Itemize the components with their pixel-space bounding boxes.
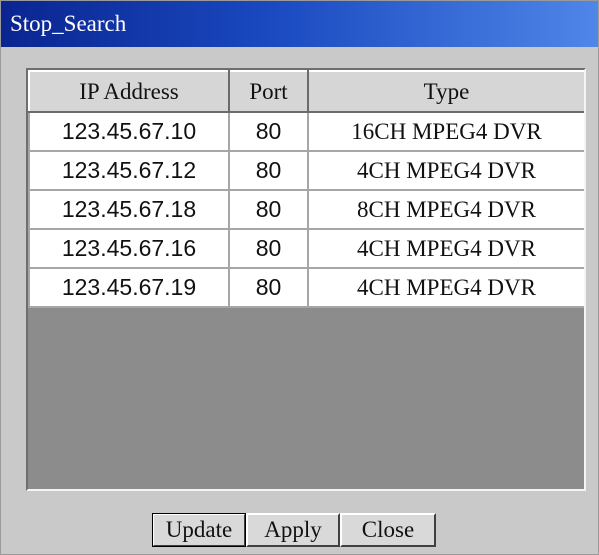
- column-header-port[interactable]: Port: [228, 70, 309, 113]
- cell-type: 4CH MPEG4 DVR: [307, 228, 584, 269]
- cell-ip-address: 123.45.67.12: [28, 150, 230, 191]
- table-row[interactable]: 123.45.67.19 80 4CH MPEG4 DVR: [28, 267, 584, 308]
- table-row[interactable]: 123.45.67.10 80 16CH MPEG4 DVR: [28, 111, 584, 152]
- cell-port: 80: [228, 189, 309, 230]
- stop-search-dialog: Stop_Search IP Address Port Type 123.45.…: [0, 0, 599, 555]
- title-bar[interactable]: Stop_Search: [1, 1, 598, 47]
- cell-port: 80: [228, 228, 309, 269]
- close-button[interactable]: Close: [340, 513, 436, 547]
- column-header-type[interactable]: Type: [307, 70, 584, 113]
- table-row[interactable]: 123.45.67.12 80 4CH MPEG4 DVR: [28, 150, 584, 191]
- button-bar: Update Apply Close: [152, 513, 436, 547]
- cell-type: 4CH MPEG4 DVR: [307, 267, 584, 308]
- cell-type: 16CH MPEG4 DVR: [307, 111, 584, 152]
- cell-type: 8CH MPEG4 DVR: [307, 189, 584, 230]
- cell-port: 80: [228, 267, 309, 308]
- column-header-ip-address[interactable]: IP Address: [28, 70, 230, 113]
- device-table: IP Address Port Type 123.45.67.10 80 16C…: [28, 70, 584, 308]
- device-list-panel: IP Address Port Type 123.45.67.10 80 16C…: [26, 68, 586, 491]
- update-button[interactable]: Update: [152, 513, 246, 547]
- table-row[interactable]: 123.45.67.16 80 4CH MPEG4 DVR: [28, 228, 584, 269]
- table-row[interactable]: 123.45.67.18 80 8CH MPEG4 DVR: [28, 189, 584, 230]
- cell-port: 80: [228, 150, 309, 191]
- cell-ip-address: 123.45.67.19: [28, 267, 230, 308]
- cell-port: 80: [228, 111, 309, 152]
- cell-ip-address: 123.45.67.18: [28, 189, 230, 230]
- cell-ip-address: 123.45.67.16: [28, 228, 230, 269]
- cell-ip-address: 123.45.67.10: [28, 111, 230, 152]
- cell-type: 4CH MPEG4 DVR: [307, 150, 584, 191]
- apply-button[interactable]: Apply: [246, 513, 340, 547]
- table-header-row: IP Address Port Type: [28, 70, 584, 113]
- window-title: Stop_Search: [10, 11, 127, 36]
